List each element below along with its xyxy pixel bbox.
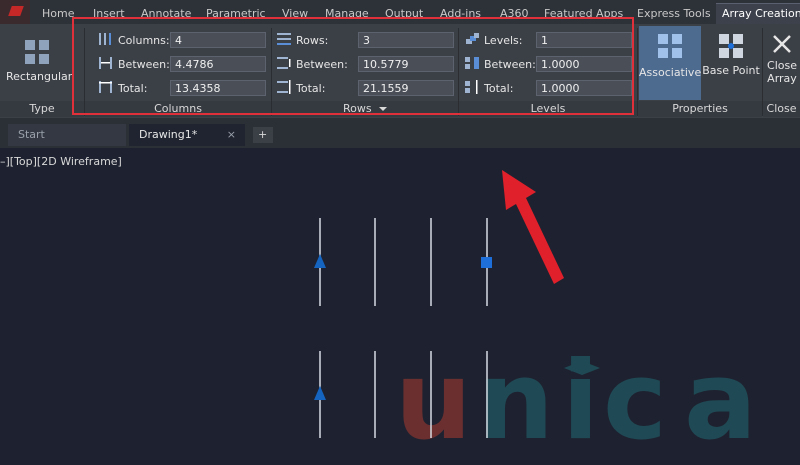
array-preview (314, 218, 492, 438)
tab-drawing1[interactable]: Drawing1* × (129, 124, 245, 146)
grip-arrow-up-icon (314, 254, 326, 268)
associative-icon (658, 34, 682, 58)
tab-drawing1-label: Drawing1* (139, 128, 198, 141)
base-point-label: Base Point (702, 64, 760, 77)
red-arrow-icon (502, 170, 564, 284)
associative-label: Associative (639, 66, 702, 79)
tab-array-creation[interactable]: Array Creation (716, 3, 800, 24)
tab-start[interactable]: Start (8, 124, 126, 146)
tab-express-tools[interactable]: Express Tools (637, 7, 711, 20)
close-array-label-line2: Array (767, 72, 797, 85)
drawing-canvas[interactable]: –][Top][2D Wireframe] u n i c a (0, 148, 800, 465)
associative-button[interactable]: Associative (639, 26, 701, 100)
close-icon (773, 35, 791, 53)
highlight-box (72, 17, 634, 115)
properties-panel-title: Properties (638, 101, 762, 117)
close-array-button[interactable]: Close Array (764, 32, 800, 85)
base-point-button[interactable]: Base Point (702, 32, 760, 77)
rectangular-array-icon (25, 40, 49, 64)
close-array-label-line1: Close (767, 59, 797, 72)
new-tab-button[interactable]: + (253, 127, 273, 143)
close-panel-title: Close (763, 101, 800, 117)
document-tab-bar: Start Drawing1* × + (0, 118, 800, 148)
grip-arrow-up-icon (314, 386, 326, 400)
rectangular-label: Rectangular (6, 70, 73, 83)
app-logo-icon[interactable] (0, 0, 30, 24)
base-point-icon (719, 34, 743, 58)
tab-home[interactable]: Home (42, 7, 74, 20)
rectangular-array-button[interactable]: Rectangular (6, 38, 73, 83)
close-tab-icon[interactable]: × (227, 124, 236, 146)
base-grip-square-icon (481, 257, 492, 268)
tab-start-label: Start (18, 128, 45, 141)
